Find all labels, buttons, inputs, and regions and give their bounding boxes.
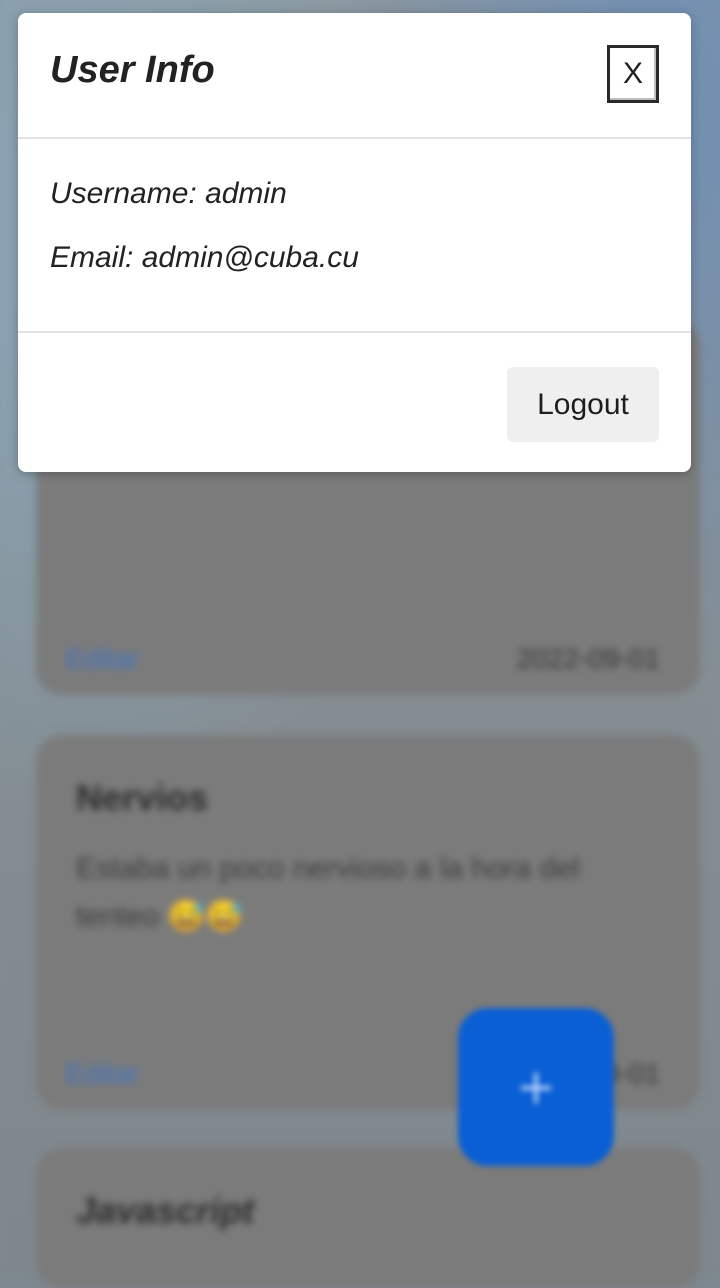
note-card: Javascript <box>36 1148 700 1288</box>
close-button[interactable]: X <box>607 45 659 103</box>
email-line: Email: admin@cuba.cu <box>50 241 359 275</box>
logout-button[interactable]: Logout <box>507 367 659 442</box>
email-value: admin@cuba.cu <box>141 241 359 274</box>
email-label: Email: <box>50 241 134 274</box>
note-title: Javascript <box>76 1190 255 1231</box>
username-line: Username: admin <box>50 177 287 211</box>
modal-footer: Logout <box>18 333 691 472</box>
edit-link: Editar <box>66 643 140 674</box>
edit-link: Editar <box>66 1058 140 1089</box>
modal-body: Username: admin Email: admin@cuba.cu <box>18 139 691 333</box>
username-label: Username: <box>50 177 197 210</box>
user-info-modal: User Info X Username: admin Email: admin… <box>18 13 691 472</box>
note-title: Nervios <box>76 777 209 818</box>
note-body: Estaba un poco nervioso a la hora del te… <box>76 852 580 933</box>
modal-header: User Info X <box>18 13 691 139</box>
plus-icon: + <box>515 1059 557 1115</box>
modal-title: User Info <box>50 49 215 91</box>
username-value: admin <box>205 177 287 210</box>
note-date: 2022-09-01 <box>516 643 660 674</box>
add-note-button: + <box>458 1008 614 1166</box>
